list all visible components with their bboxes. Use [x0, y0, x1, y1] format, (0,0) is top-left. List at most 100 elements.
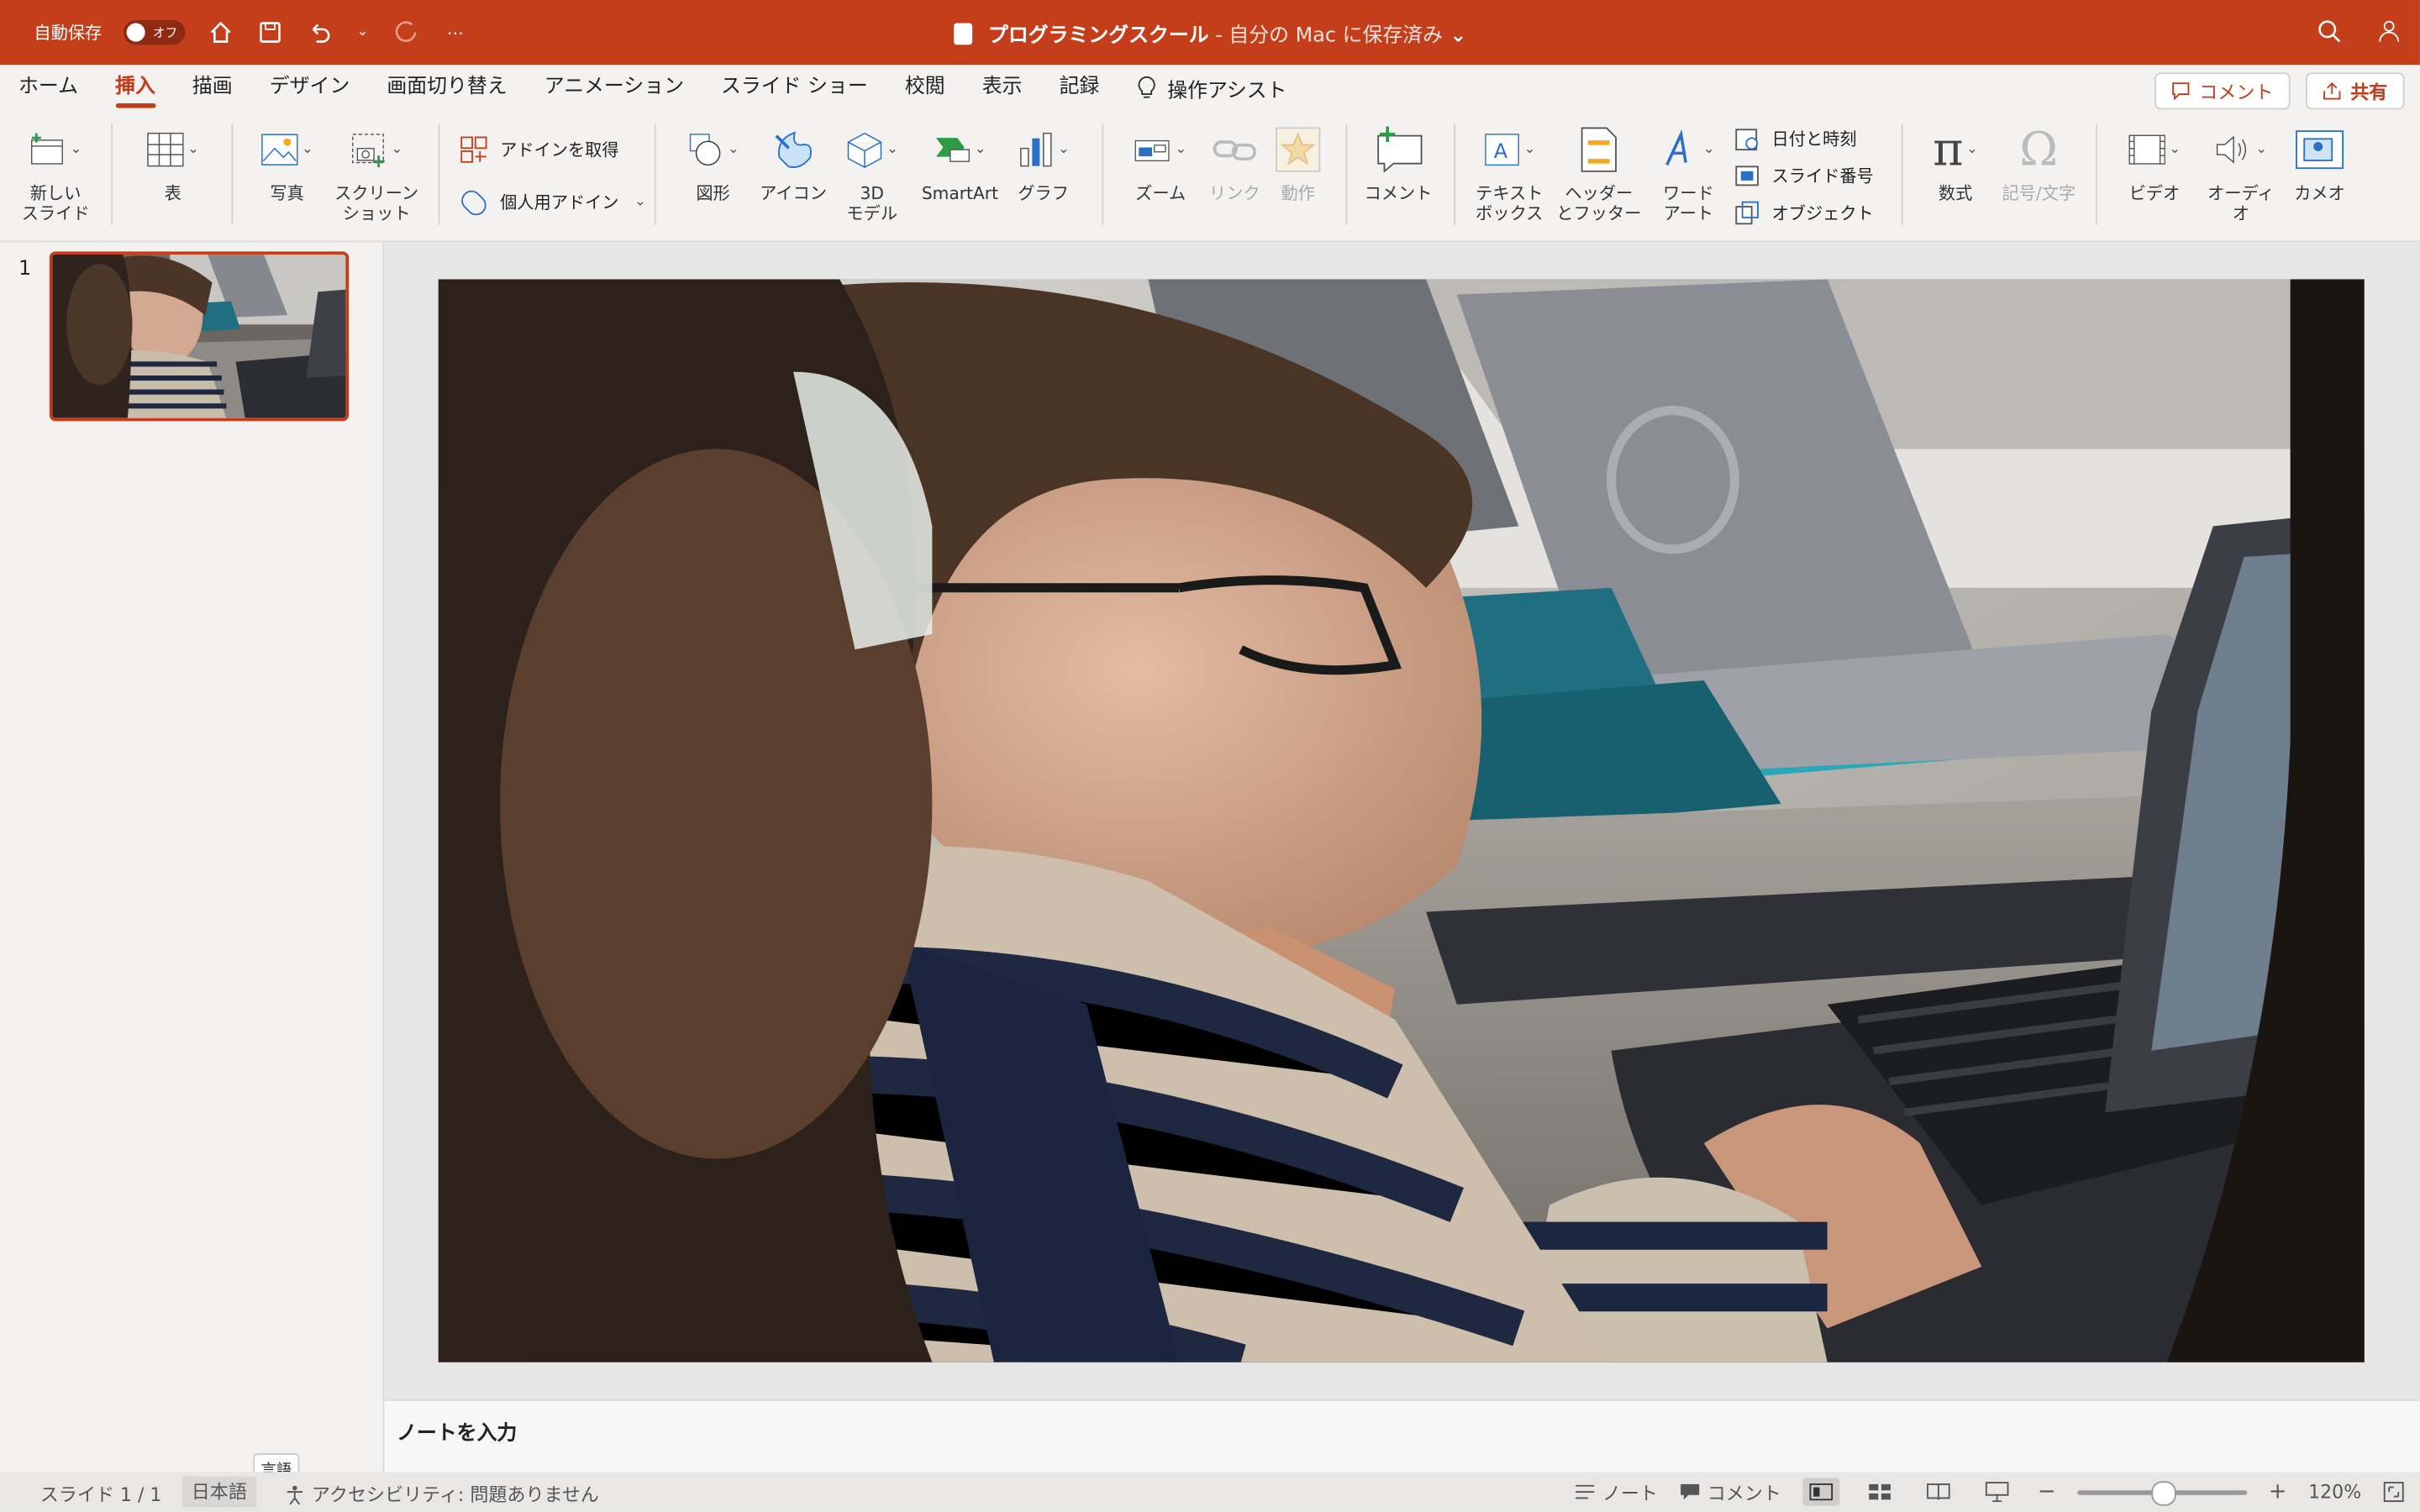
cube-icon: ⌄ [846, 123, 898, 176]
normal-view-button[interactable] [1802, 1478, 1840, 1506]
table-icon: ⌄ [146, 123, 199, 176]
textbox-button[interactable]: A ⌄ テキスト ボックス [1470, 123, 1550, 223]
tab-record[interactable]: 記録 [1060, 65, 1100, 111]
photo-icon: ⌄ [260, 123, 313, 176]
icons-icon [767, 123, 819, 176]
comments-label: コメント [2199, 81, 2274, 103]
slide-number-button[interactable]: スライド番号 [1734, 164, 1874, 188]
shapes-icon: ⌄ [687, 123, 739, 176]
slide-thumbnail[interactable] [49, 251, 350, 422]
notes-toggle[interactable]: ノート [1575, 1478, 1658, 1504]
accessibility-status[interactable]: アクセシビリティ: 問題ありません [284, 1481, 599, 1507]
account-icon[interactable] [2374, 17, 2402, 45]
video-button[interactable]: ⌄ ビデオ [2114, 123, 2195, 204]
symbol-label: 記号/文字 [2002, 183, 2076, 204]
tab-insert[interactable]: 挿入 [115, 65, 155, 111]
omega-icon: Ω [2019, 123, 2059, 177]
tab-transitions[interactable]: 画面切り替え [387, 65, 507, 111]
lightbulb-icon [1139, 76, 1156, 98]
header-footer-button[interactable]: ヘッダー とフッター [1555, 123, 1642, 223]
object-icon [1735, 201, 1759, 225]
cameo-icon [2293, 123, 2345, 176]
date-time-button[interactable]: 日付と時刻 [1734, 127, 1857, 151]
tab-design[interactable]: デザイン [270, 65, 350, 111]
notes-pane[interactable]: ノートを入力 [384, 1399, 2420, 1474]
tab-draw[interactable]: 描画 [192, 65, 233, 111]
fit-slide-button[interactable] [2383, 1481, 2405, 1503]
zoom-label: ズーム [1135, 183, 1186, 204]
equation-button[interactable]: π ⌄ 数式 [1920, 123, 1991, 204]
document-title: プログラミングスクール - 自分の Mac に保存済み ⌄ [0, 18, 2420, 48]
title-bar: 自動保存 オフ ⌄ ⋯ プログラミングスクール - 自分の Mac に保存済み [0, 0, 2420, 66]
cameo-button[interactable]: カメオ [2287, 123, 2352, 204]
chart-button[interactable]: ⌄ グラフ [1007, 123, 1081, 203]
3d-models-button[interactable]: ⌄ 3D モデル [834, 123, 911, 223]
shapes-label: 図形 [696, 183, 730, 204]
action-button[interactable]: 動作 [1269, 123, 1328, 203]
link-icon [1208, 123, 1260, 176]
tab-view[interactable]: 表示 [982, 65, 1023, 111]
slide-thumbnail-number: 1 [18, 257, 32, 281]
video-label: ビデオ [2128, 183, 2181, 204]
audio-label: オーディオ [2207, 183, 2275, 224]
table-button[interactable]: ⌄ 表 [133, 123, 213, 203]
ribbon-tabs: ホーム 挿入 描画 デザイン 画面切り替え アニメーション スライド ショー 校… [0, 65, 2420, 112]
textbox-icon: A ⌄ [1483, 123, 1536, 176]
slide-canvas[interactable] [438, 279, 2365, 1362]
thumbnail-photo [52, 255, 346, 418]
calendar-icon [1735, 129, 1759, 151]
status-bar: スライド 1 / 1 日本語 アクセシビリティ: 問題ありません ノート コメン… [0, 1472, 2420, 1512]
presenter-icon [1986, 1482, 2009, 1503]
slide-number-icon [1735, 165, 1759, 186]
tab-review[interactable]: 校閲 [905, 65, 945, 111]
slideshow-button[interactable] [1979, 1478, 2016, 1506]
document-name: プログラミングスクール [987, 24, 1209, 48]
slide-sorter-button[interactable] [1861, 1478, 1898, 1506]
link-button[interactable]: リンク [1204, 123, 1265, 203]
accessibility-label: アクセシビリティ: 問題ありません [312, 1483, 599, 1506]
tab-animations[interactable]: アニメーション [544, 65, 684, 111]
photo-button[interactable]: ⌄ 写真 [247, 123, 328, 203]
object-label: オブジェクト [1771, 203, 1874, 224]
smartart-button[interactable]: ⌄ SmartArt [917, 123, 1003, 203]
wordart-label: ワード アート [1663, 183, 1714, 224]
chart-icon: ⌄ [1017, 123, 1070, 176]
share-icon [2323, 81, 2341, 100]
wordart-button[interactable]: ⌄ ワード アート [1649, 123, 1729, 223]
object-button[interactable]: オブジェクト [1734, 201, 1874, 225]
symbol-button[interactable]: Ω 記号/文字 [2000, 123, 2077, 204]
tab-home[interactable]: ホーム [18, 65, 78, 111]
shapes-button[interactable]: ⌄ 図形 [673, 123, 754, 204]
get-addins-button[interactable]: アドインを取得 [460, 136, 619, 164]
comments-button[interactable]: コメント [2154, 72, 2291, 110]
my-addins-button[interactable]: 個人用アドイン ⌄ [460, 188, 646, 216]
icons-button[interactable]: アイコン [756, 123, 830, 203]
zoom-slider-knob[interactable] [2151, 1480, 2176, 1505]
accessibility-icon [287, 1484, 302, 1504]
zoom-button[interactable]: ⌄ ズーム [1120, 123, 1201, 204]
new-comment-icon [1372, 123, 1424, 176]
zoom-in-button[interactable]: + [2269, 1479, 2287, 1504]
reading-view-button[interactable] [1920, 1478, 1957, 1506]
tab-slideshow[interactable]: スライド ショー [721, 65, 868, 111]
textbox-label: テキスト ボックス [1476, 183, 1544, 224]
cameo-label: カメオ [2294, 183, 2345, 204]
audio-button[interactable]: ⌄ オーディオ [2201, 123, 2281, 223]
search-icon[interactable] [2315, 17, 2343, 45]
zoom-slider[interactable] [2077, 1480, 2248, 1505]
3d-models-label: 3D モデル [846, 183, 898, 224]
insert-comment-button[interactable]: コメント [1361, 123, 1435, 203]
share-button[interactable]: 共有 [2306, 72, 2405, 110]
zoom-level[interactable]: 120% [2308, 1481, 2361, 1503]
comments-toggle[interactable]: コメント [1680, 1478, 1781, 1504]
screenshot-button[interactable]: ⌄ スクリーン ショット [330, 123, 423, 223]
zoom-out-button[interactable]: − [2038, 1479, 2056, 1504]
ppt-file-icon [953, 23, 972, 45]
tell-me[interactable]: 操作アシスト [1136, 73, 1287, 102]
new-slide-button[interactable]: ⌄ 新しい スライド [15, 123, 96, 223]
grid-view-icon [1869, 1483, 1891, 1500]
wordart-icon: ⌄ [1662, 123, 1715, 176]
title-chevron-icon[interactable]: ⌄ [1449, 24, 1466, 48]
ribbon-insert: ⌄ 新しい スライド ⌄ 表 ⌄ 写真 ⌄ スクリーン ショット アドインを取得… [0, 111, 2420, 243]
language-indicator[interactable]: 日本語 [182, 1476, 256, 1508]
